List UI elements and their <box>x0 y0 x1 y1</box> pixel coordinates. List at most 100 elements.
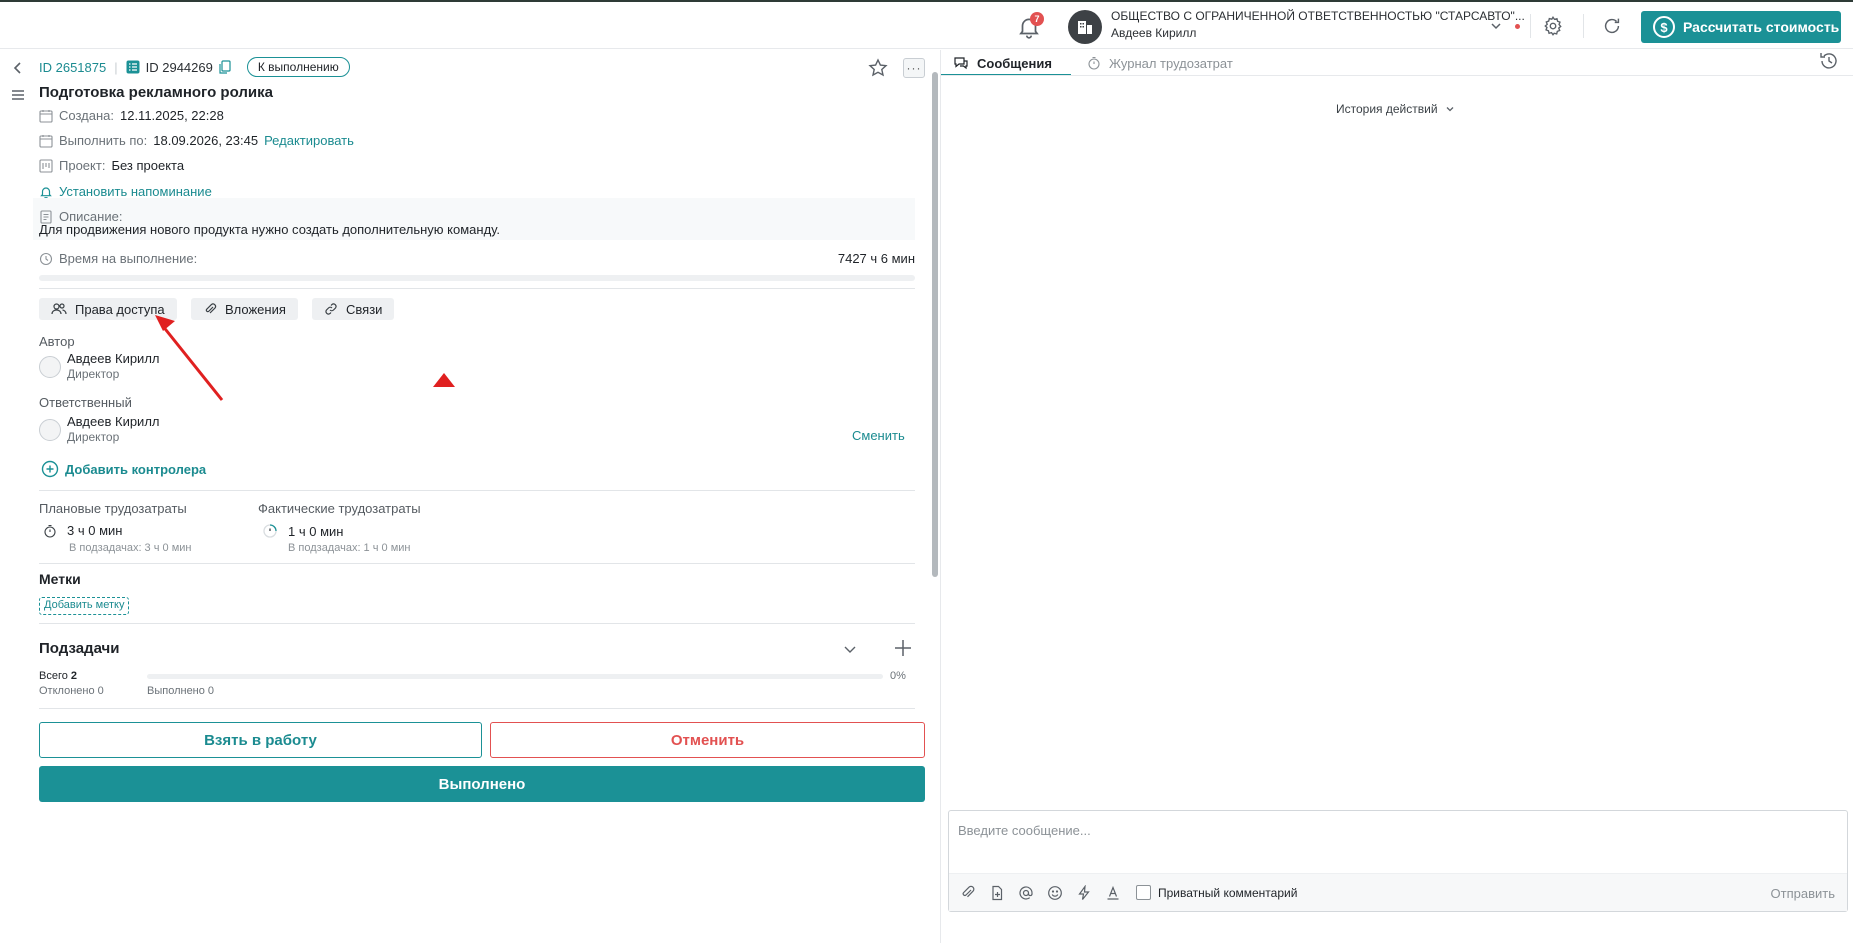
refresh-icon[interactable] <box>1601 15 1623 37</box>
message-input[interactable] <box>958 823 1838 838</box>
task-type-icon <box>126 60 140 74</box>
responsible-person[interactable]: Авдеев Кирилл Директор <box>39 414 160 445</box>
link-icon <box>325 303 337 315</box>
task-panel: ID 2651875 | ID 2944269 К выполнению ···… <box>0 50 940 943</box>
tags-title: Метки <box>39 571 81 587</box>
text-format-icon[interactable] <box>1105 885 1121 901</box>
actual-labor-label: Фактические трудозатраты <box>258 501 421 516</box>
gear-icon[interactable] <box>1542 15 1564 37</box>
divider <box>39 708 915 709</box>
attach-icon[interactable] <box>960 885 976 901</box>
private-comment-label: Приватный комментарий <box>1158 885 1298 900</box>
bell-icon <box>40 186 52 199</box>
task-id-secondary[interactable]: ID 2944269 <box>126 60 231 75</box>
action-history-toggle[interactable]: История действий <box>1336 102 1456 116</box>
author-person[interactable]: Авдеев Кирилл Директор <box>39 351 160 382</box>
tab-labor-journal-label: Журнал трудозатрат <box>1109 55 1233 71</box>
change-responsible-link[interactable]: Сменить <box>852 428 905 443</box>
add-controller-label: Добавить контролера <box>65 461 207 477</box>
set-reminder-link[interactable]: Установить напоминание <box>59 184 212 199</box>
scrollbar-thumb[interactable] <box>932 72 938 577</box>
add-tag-button[interactable]: Добавить метку <box>39 597 130 615</box>
author-role: Директор <box>67 367 120 381</box>
emoji-icon[interactable] <box>1047 885 1063 901</box>
stopwatch-icon <box>1088 56 1100 70</box>
tab-messages[interactable]: Сообщения <box>953 50 1052 76</box>
more-options-button[interactable]: ··· <box>903 58 925 78</box>
reminder-row[interactable]: Установить напоминание <box>39 184 212 199</box>
due-label: Выполнить по: <box>59 133 148 148</box>
calendar-icon <box>39 109 53 123</box>
due-row: Выполнить по: 18.09.2026, 23:45 Редактир… <box>39 133 354 148</box>
divider <box>941 75 1853 76</box>
responsible-role: Директор <box>67 430 120 444</box>
planned-labor-row: 3 ч 0 мин <box>43 523 122 538</box>
cancel-task-button[interactable]: Отменить <box>490 722 925 758</box>
back-arrow-icon[interactable] <box>10 60 26 76</box>
divider: | <box>114 59 118 75</box>
history-icon[interactable] <box>1818 50 1840 72</box>
org-name[interactable]: ОБЩЕСТВО С ОГРАНИЧЕННОЙ ОТВЕТСТВЕННОСТЬЮ… <box>1111 9 1525 23</box>
chevron-down-icon[interactable] <box>1488 18 1504 34</box>
mention-icon[interactable] <box>1018 885 1034 901</box>
stopwatch-progress-icon <box>263 524 277 538</box>
send-button[interactable]: Отправить <box>1771 886 1835 901</box>
org-avatar[interactable] <box>1068 10 1102 44</box>
lightning-icon[interactable] <box>1076 885 1092 901</box>
star-icon[interactable] <box>868 58 888 78</box>
time-row: Время на выполнение: <box>39 251 197 266</box>
edit-due-link[interactable]: Редактировать <box>264 133 354 148</box>
chevron-down-icon[interactable] <box>841 640 859 658</box>
actual-labor-sub: В подзадачах: 1 ч 0 мин <box>288 542 411 554</box>
subtasks-total: Всего 2 <box>39 670 77 682</box>
chevron-down-icon <box>1446 107 1453 112</box>
task-header: ID 2651875 | ID 2944269 К выполнению <box>39 57 350 77</box>
take-to-work-button[interactable]: Взять в работу <box>39 722 482 758</box>
planned-labor-label: Плановые трудозатраты <box>39 501 187 516</box>
private-comment-checkbox[interactable] <box>1136 885 1151 900</box>
subtasks-percent: 0% <box>890 670 906 682</box>
add-controller-button[interactable]: Добавить контролера <box>41 460 206 478</box>
users-icon <box>51 303 67 315</box>
divider <box>39 563 915 564</box>
calculate-cost-label: Рассчитать стоимость <box>1683 19 1840 35</box>
message-composer: Приватный комментарий Отправить <box>948 810 1848 912</box>
subtasks-total-label: Всего <box>39 670 68 682</box>
actual-labor-value: 1 ч 0 мин <box>288 523 344 539</box>
status-badge[interactable]: К выполнению <box>246 57 350 77</box>
file-icon[interactable] <box>989 885 1005 901</box>
subtasks-total-value: 2 <box>70 670 78 682</box>
add-subtask-icon[interactable] <box>893 638 913 658</box>
stopwatch-icon <box>44 524 56 538</box>
links-button[interactable]: Связи <box>312 298 395 320</box>
subtasks-progress-bar <box>147 674 883 679</box>
chat-icon <box>954 57 968 70</box>
copy-icon[interactable] <box>219 60 231 74</box>
status-dot <box>1515 24 1520 29</box>
calculate-cost-button[interactable]: $ Рассчитать стоимость <box>1641 11 1841 43</box>
divider <box>1583 14 1584 38</box>
private-comment-toggle[interactable]: Приватный комментарий <box>1136 885 1297 900</box>
author-name: Авдеев Кирилл <box>67 351 160 366</box>
tab-messages-label: Сообщения <box>977 55 1052 71</box>
menu-icon[interactable] <box>10 88 26 102</box>
subtasks-done: Выполнено 0 <box>147 685 215 697</box>
complete-task-button[interactable]: Выполнено <box>39 766 925 802</box>
project-icon <box>39 158 53 173</box>
current-user-name[interactable]: Авдеев Кирилл <box>1111 26 1196 40</box>
created-row: Создана: 12.11.2025, 22:28 <box>39 108 224 123</box>
tab-labor-journal[interactable]: Журнал трудозатрат <box>1087 50 1233 76</box>
time-progress-bar <box>39 275 915 281</box>
project-row: Проект: Без проекта <box>39 158 184 173</box>
divider <box>39 288 915 289</box>
building-icon <box>1078 21 1092 34</box>
divider <box>39 623 915 624</box>
divider <box>39 490 915 491</box>
project-label: Проект: <box>59 158 106 173</box>
messages-panel: Сообщения Журнал трудозатрат История дей… <box>940 50 1853 943</box>
dollar-icon: $ <box>1653 16 1675 38</box>
task-id-link[interactable]: ID 2651875 <box>39 60 106 75</box>
actual-labor-row: 1 ч 0 мин <box>262 523 343 539</box>
due-value: 18.09.2026, 23:45 <box>153 133 259 148</box>
created-value: 12.11.2025, 22:28 <box>119 108 224 123</box>
